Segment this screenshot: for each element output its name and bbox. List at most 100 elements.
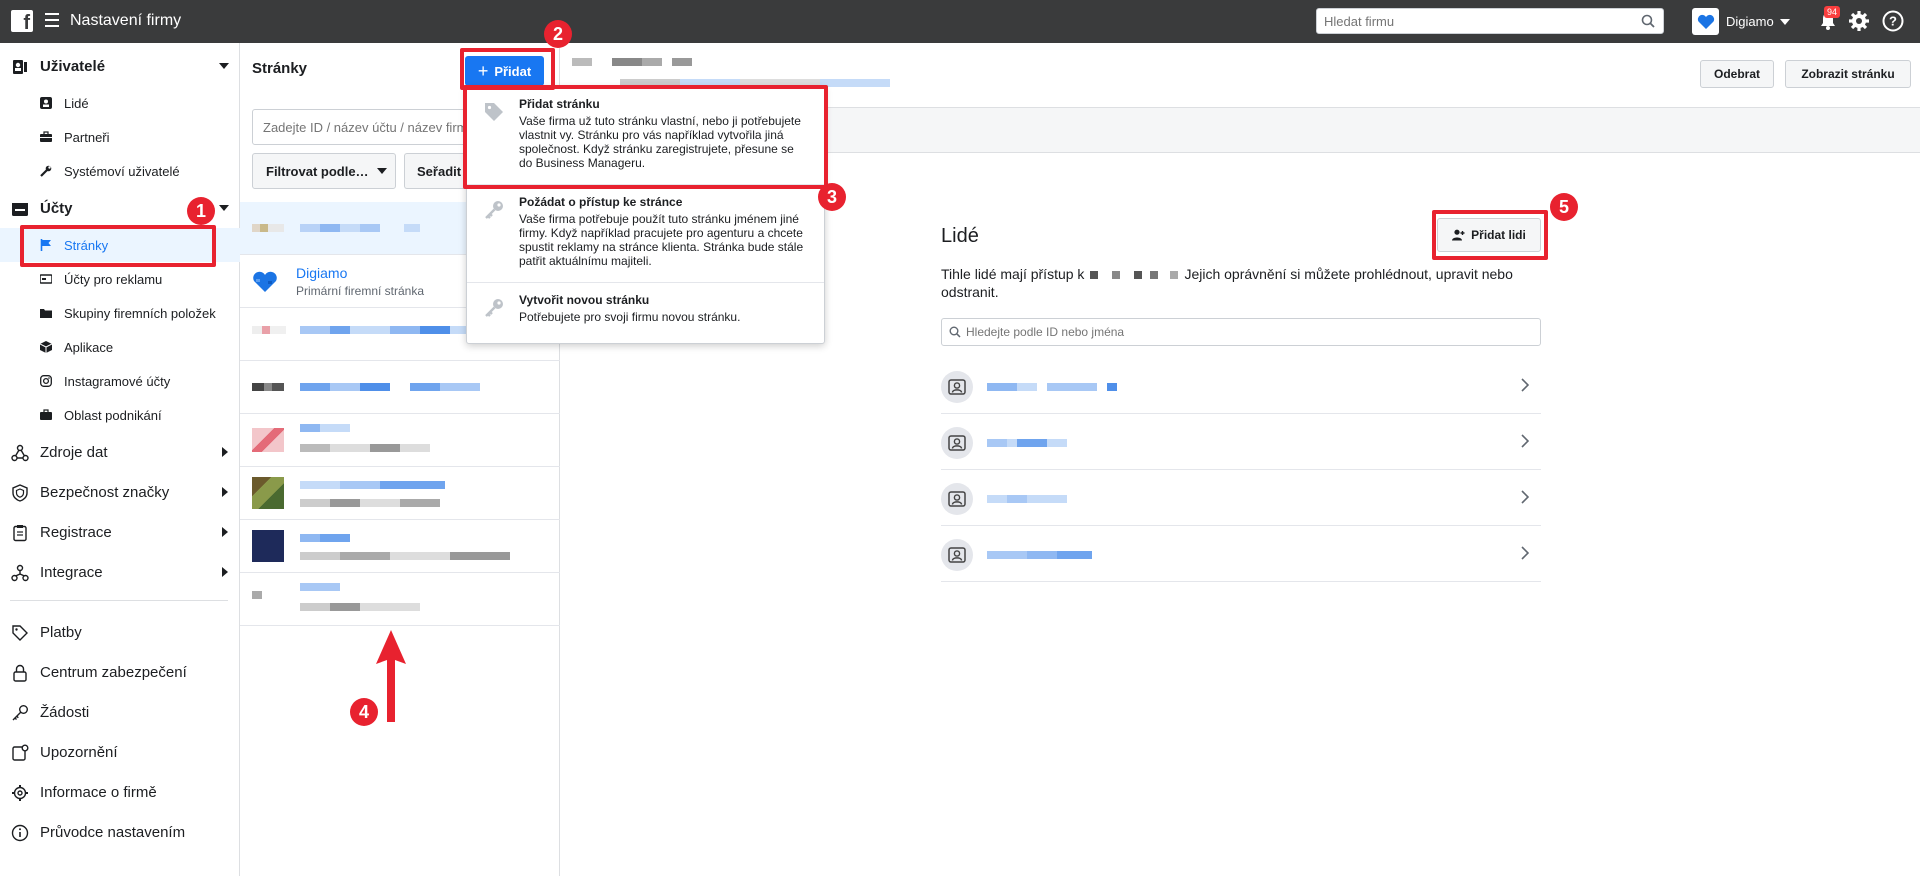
redacted-person-name — [987, 439, 1067, 447]
notification-icon — [12, 744, 29, 761]
data-sources-icon — [11, 444, 29, 462]
people-description: Tihle lidé mají přístup k Jejich oprávněn… — [941, 265, 1541, 301]
sidebar-item-instagram[interactable]: Instagramové účty — [0, 364, 240, 398]
person-row[interactable] — [941, 414, 1541, 470]
person-card-icon — [948, 491, 966, 507]
sidebar-item-label: Bezpečnost značky — [40, 484, 170, 501]
people-title: Lidé — [941, 225, 979, 247]
chevron-right-icon — [222, 487, 228, 497]
redacted-thumbnail — [252, 591, 262, 599]
redacted-thumbnail — [252, 383, 284, 391]
sidebar-item-label: Aplikace — [64, 340, 114, 355]
redacted-page-name — [300, 424, 350, 432]
person-row[interactable] — [941, 470, 1541, 526]
search-icon — [1641, 14, 1655, 28]
sidebar-item-requests[interactable]: Žádosti — [0, 695, 240, 729]
highlight-box-add-people — [1432, 210, 1548, 260]
pages-panel-title: Stránky — [252, 60, 308, 77]
sidebar-item-line-of-business[interactable]: Oblast podnikání — [0, 398, 240, 432]
hamburger-menu-icon[interactable] — [45, 13, 59, 29]
page-name[interactable]: Digiamo — [296, 265, 347, 281]
gear-icon[interactable] — [1848, 10, 1870, 32]
list-item[interactable] — [240, 520, 560, 573]
sidebar-item-brand-safety[interactable]: Bezpečnost značky — [0, 475, 240, 509]
sidebar-item-label: Lidé — [64, 96, 89, 111]
sidebar-item-apps[interactable]: Aplikace — [0, 330, 240, 364]
people-search[interactable] — [941, 318, 1541, 346]
sidebar-item-system-users[interactable]: Systémoví uživatelé — [0, 154, 240, 188]
redacted-thumbnail — [252, 428, 284, 452]
sidebar-item-label: Platby — [40, 624, 82, 641]
redacted-page-subtitle — [300, 499, 440, 507]
view-page-button[interactable]: Zobrazit stránku — [1785, 60, 1911, 88]
facebook-logo-icon[interactable]: f — [11, 10, 33, 32]
sidebar-item-business-info[interactable]: Informace o firmě — [0, 775, 240, 809]
avatar — [941, 539, 973, 571]
integrations-icon — [11, 564, 29, 582]
chevron-down-icon — [376, 168, 387, 174]
sidebar-item-label: Partneři — [64, 130, 110, 145]
redacted-thumbnail — [252, 477, 284, 509]
business-search-input[interactable] — [1317, 9, 1617, 33]
list-item[interactable] — [240, 361, 560, 414]
sidebar-item-integrations[interactable]: Integrace — [0, 555, 240, 589]
redacted-thumbnail — [252, 326, 286, 334]
annotation-badge: 2 — [544, 20, 572, 48]
sidebar-item-asset-groups[interactable]: Skupiny firemních položek — [0, 296, 240, 330]
arrow-up-icon — [376, 630, 406, 722]
redacted-person-name — [987, 551, 1092, 559]
person-card-icon — [948, 435, 966, 451]
sidebar-item-ad-accounts[interactable]: Účty pro reklamu — [0, 262, 240, 296]
filter-button-label: Filtrovat podle… — [266, 163, 369, 179]
business-name: Digiamo — [1726, 14, 1774, 29]
menu-item-request-access[interactable]: Požádat o přístup ke stránce Vaše firma … — [467, 185, 824, 283]
annotation-badge: 1 — [187, 197, 215, 225]
business-switcher[interactable]: Digiamo — [1692, 8, 1790, 35]
avatar — [941, 371, 973, 403]
menu-item-description: Potřebujete pro svoji firmu novou stránk… — [519, 310, 741, 324]
sidebar-item-notifications[interactable]: Upozornění — [0, 735, 240, 769]
redacted-page-subtitle — [300, 603, 420, 611]
business-search[interactable] — [1316, 8, 1664, 34]
annotation-badge: 4 — [350, 698, 378, 726]
remove-button[interactable]: Odebrat — [1700, 60, 1774, 88]
list-item[interactable] — [240, 467, 560, 520]
key-icon — [12, 705, 28, 721]
sidebar-item-label: Oblast podnikání — [64, 408, 162, 423]
menu-item-title: Požádat o přístup ke stránce — [519, 195, 683, 209]
filter-button[interactable]: Filtrovat podle… — [252, 153, 396, 189]
list-item[interactable] — [240, 573, 560, 626]
avatar — [941, 483, 973, 515]
person-row[interactable] — [941, 526, 1541, 582]
chevron-down-icon — [1779, 18, 1790, 25]
sidebar-item-setup-guide[interactable]: Průvodce nastavením — [0, 815, 240, 849]
people-search-input[interactable] — [942, 319, 1502, 345]
sidebar-item-security-center[interactable]: Centrum zabezpečení — [0, 655, 240, 689]
sidebar-item-label: Účty pro reklamu — [64, 272, 163, 287]
people-desc-before: Tihle lidé mají přístup k — [941, 266, 1085, 282]
redacted-person-name — [987, 495, 1067, 503]
sidebar-item-payments[interactable]: Platby — [0, 615, 240, 649]
redacted-page-name — [300, 534, 350, 542]
help-icon[interactable]: ? — [1882, 10, 1904, 32]
key-icon — [485, 201, 503, 219]
chevron-right-icon — [1521, 378, 1529, 392]
redacted-page-subtitle — [300, 444, 430, 452]
sidebar-section-label: Účty — [40, 200, 73, 217]
redacted-thumbnail — [252, 530, 284, 562]
chevron-right-icon — [222, 527, 228, 537]
sidebar-item-data-sources[interactable]: Zdroje dat — [0, 435, 240, 469]
list-item[interactable] — [240, 414, 560, 467]
sidebar-item-partners[interactable]: Partneři — [0, 120, 240, 154]
person-row[interactable] — [941, 358, 1541, 414]
sidebar-item-registrations[interactable]: Registrace — [0, 515, 240, 549]
lock-icon — [13, 664, 27, 682]
sort-button-label: Seřadit — [417, 163, 462, 179]
sidebar-item-people[interactable]: Lidé — [0, 86, 240, 120]
redacted-page-name — [300, 481, 445, 489]
sidebar-section-users[interactable]: Uživatelé — [0, 49, 240, 83]
top-bar: f Nastavení firmy Digiamo 94 ? — [0, 0, 1920, 43]
redacted-page-name — [300, 224, 420, 232]
menu-item-description: Vaše firma potřebuje použít tuto stránku… — [519, 212, 804, 268]
menu-item-create-page[interactable]: Vytvořit novou stránku Potřebujete pro s… — [467, 283, 824, 343]
